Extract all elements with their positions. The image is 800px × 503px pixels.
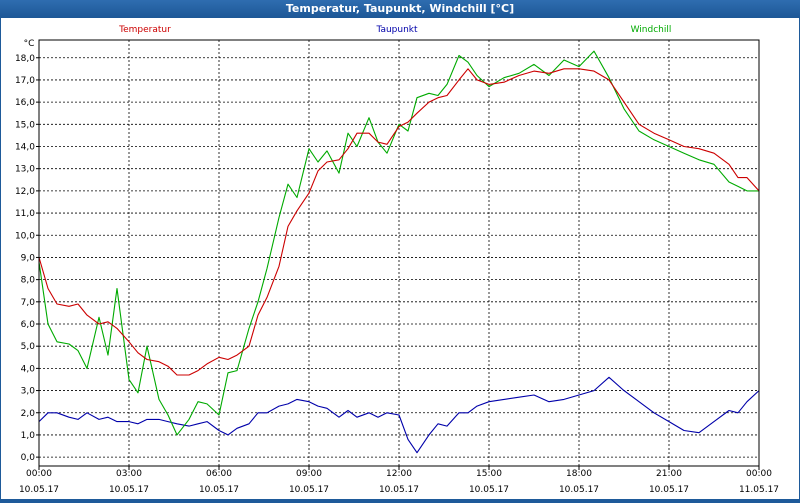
temperature-chart: 0,0 1,0 2,0 3,0 4,0 5,0 6,0 7,0 8,0 9,0 10,0 11,0 12… [15, 25, 779, 495]
x-tick-date: 10.05.17 [289, 485, 329, 495]
x-tick-time: 00:00 [746, 469, 772, 479]
x-tick-time: 03:00 [116, 469, 142, 479]
x-tick-date: 10.05.17 [109, 485, 149, 495]
window-title: Temperatur, Taupunkt, Windchill [°C] [0, 0, 800, 18]
x-tick-date: 10.05.17 [19, 485, 59, 495]
y-tick-label: 17,0 [15, 76, 35, 86]
x-tick-time: 06:00 [206, 469, 232, 479]
y-tick-label: 18,0 [15, 54, 35, 64]
y-tick-label: 3,0 [21, 387, 36, 397]
x-tick-date: 10.05.17 [379, 485, 419, 495]
y-axis-label: °C [24, 39, 35, 49]
x-tick-time: 15:00 [476, 469, 502, 479]
legend-taupunkt: Taupunkt [375, 25, 418, 35]
y-tick-label: 9,0 [21, 253, 36, 263]
y-tick-label: 8,0 [21, 276, 36, 286]
y-tick-label: 5,0 [21, 342, 36, 352]
x-tick-date: 10.05.17 [199, 485, 239, 495]
y-tick-label: 2,0 [21, 409, 36, 419]
legend-windchill: Windchill [631, 25, 672, 35]
x-tick-time: 00:00 [26, 469, 52, 479]
y-tick-label: 7,0 [21, 298, 36, 308]
chart-window: Temperatur, Taupunkt, Windchill [°C] 0,0… [0, 0, 800, 500]
y-tick-label: 14,0 [15, 143, 35, 153]
grid [39, 40, 759, 466]
legend: Temperatur Taupunkt Windchill [118, 25, 671, 35]
x-tick-time: 21:00 [656, 469, 682, 479]
y-tick-label: 10,0 [15, 231, 35, 241]
x-tick-date: 10.05.17 [559, 485, 599, 495]
y-tick-label: 6,0 [21, 320, 36, 330]
y-tick-label: 1,0 [21, 431, 36, 441]
x-tick-date: 11.05.17 [739, 485, 779, 495]
y-tick-label: 16,0 [15, 98, 35, 108]
chart-panel: 0,0 1,0 2,0 3,0 4,0 5,0 6,0 7,0 8,0 9,0 10,0 11,0 12… [1, 18, 799, 499]
axes: 0,0 1,0 2,0 3,0 4,0 5,0 6,0 7,0 8,0 9,0 10,0 11,0 12… [15, 39, 779, 495]
x-tick-date: 10.05.17 [649, 485, 689, 495]
y-tick-label: 13,0 [15, 165, 35, 175]
y-tick-label: 4,0 [21, 364, 36, 374]
y-tick-label: 15,0 [15, 120, 35, 130]
x-tick-time: 12:00 [386, 469, 412, 479]
x-tick-time: 09:00 [296, 469, 322, 479]
y-tick-label: 12,0 [15, 187, 35, 197]
legend-temperatur: Temperatur [118, 25, 171, 35]
x-tick-time: 18:00 [566, 469, 592, 479]
y-tick-label: 11,0 [15, 209, 35, 219]
y-tick-label: 0,0 [21, 453, 36, 463]
x-tick-date: 10.05.17 [469, 485, 509, 495]
